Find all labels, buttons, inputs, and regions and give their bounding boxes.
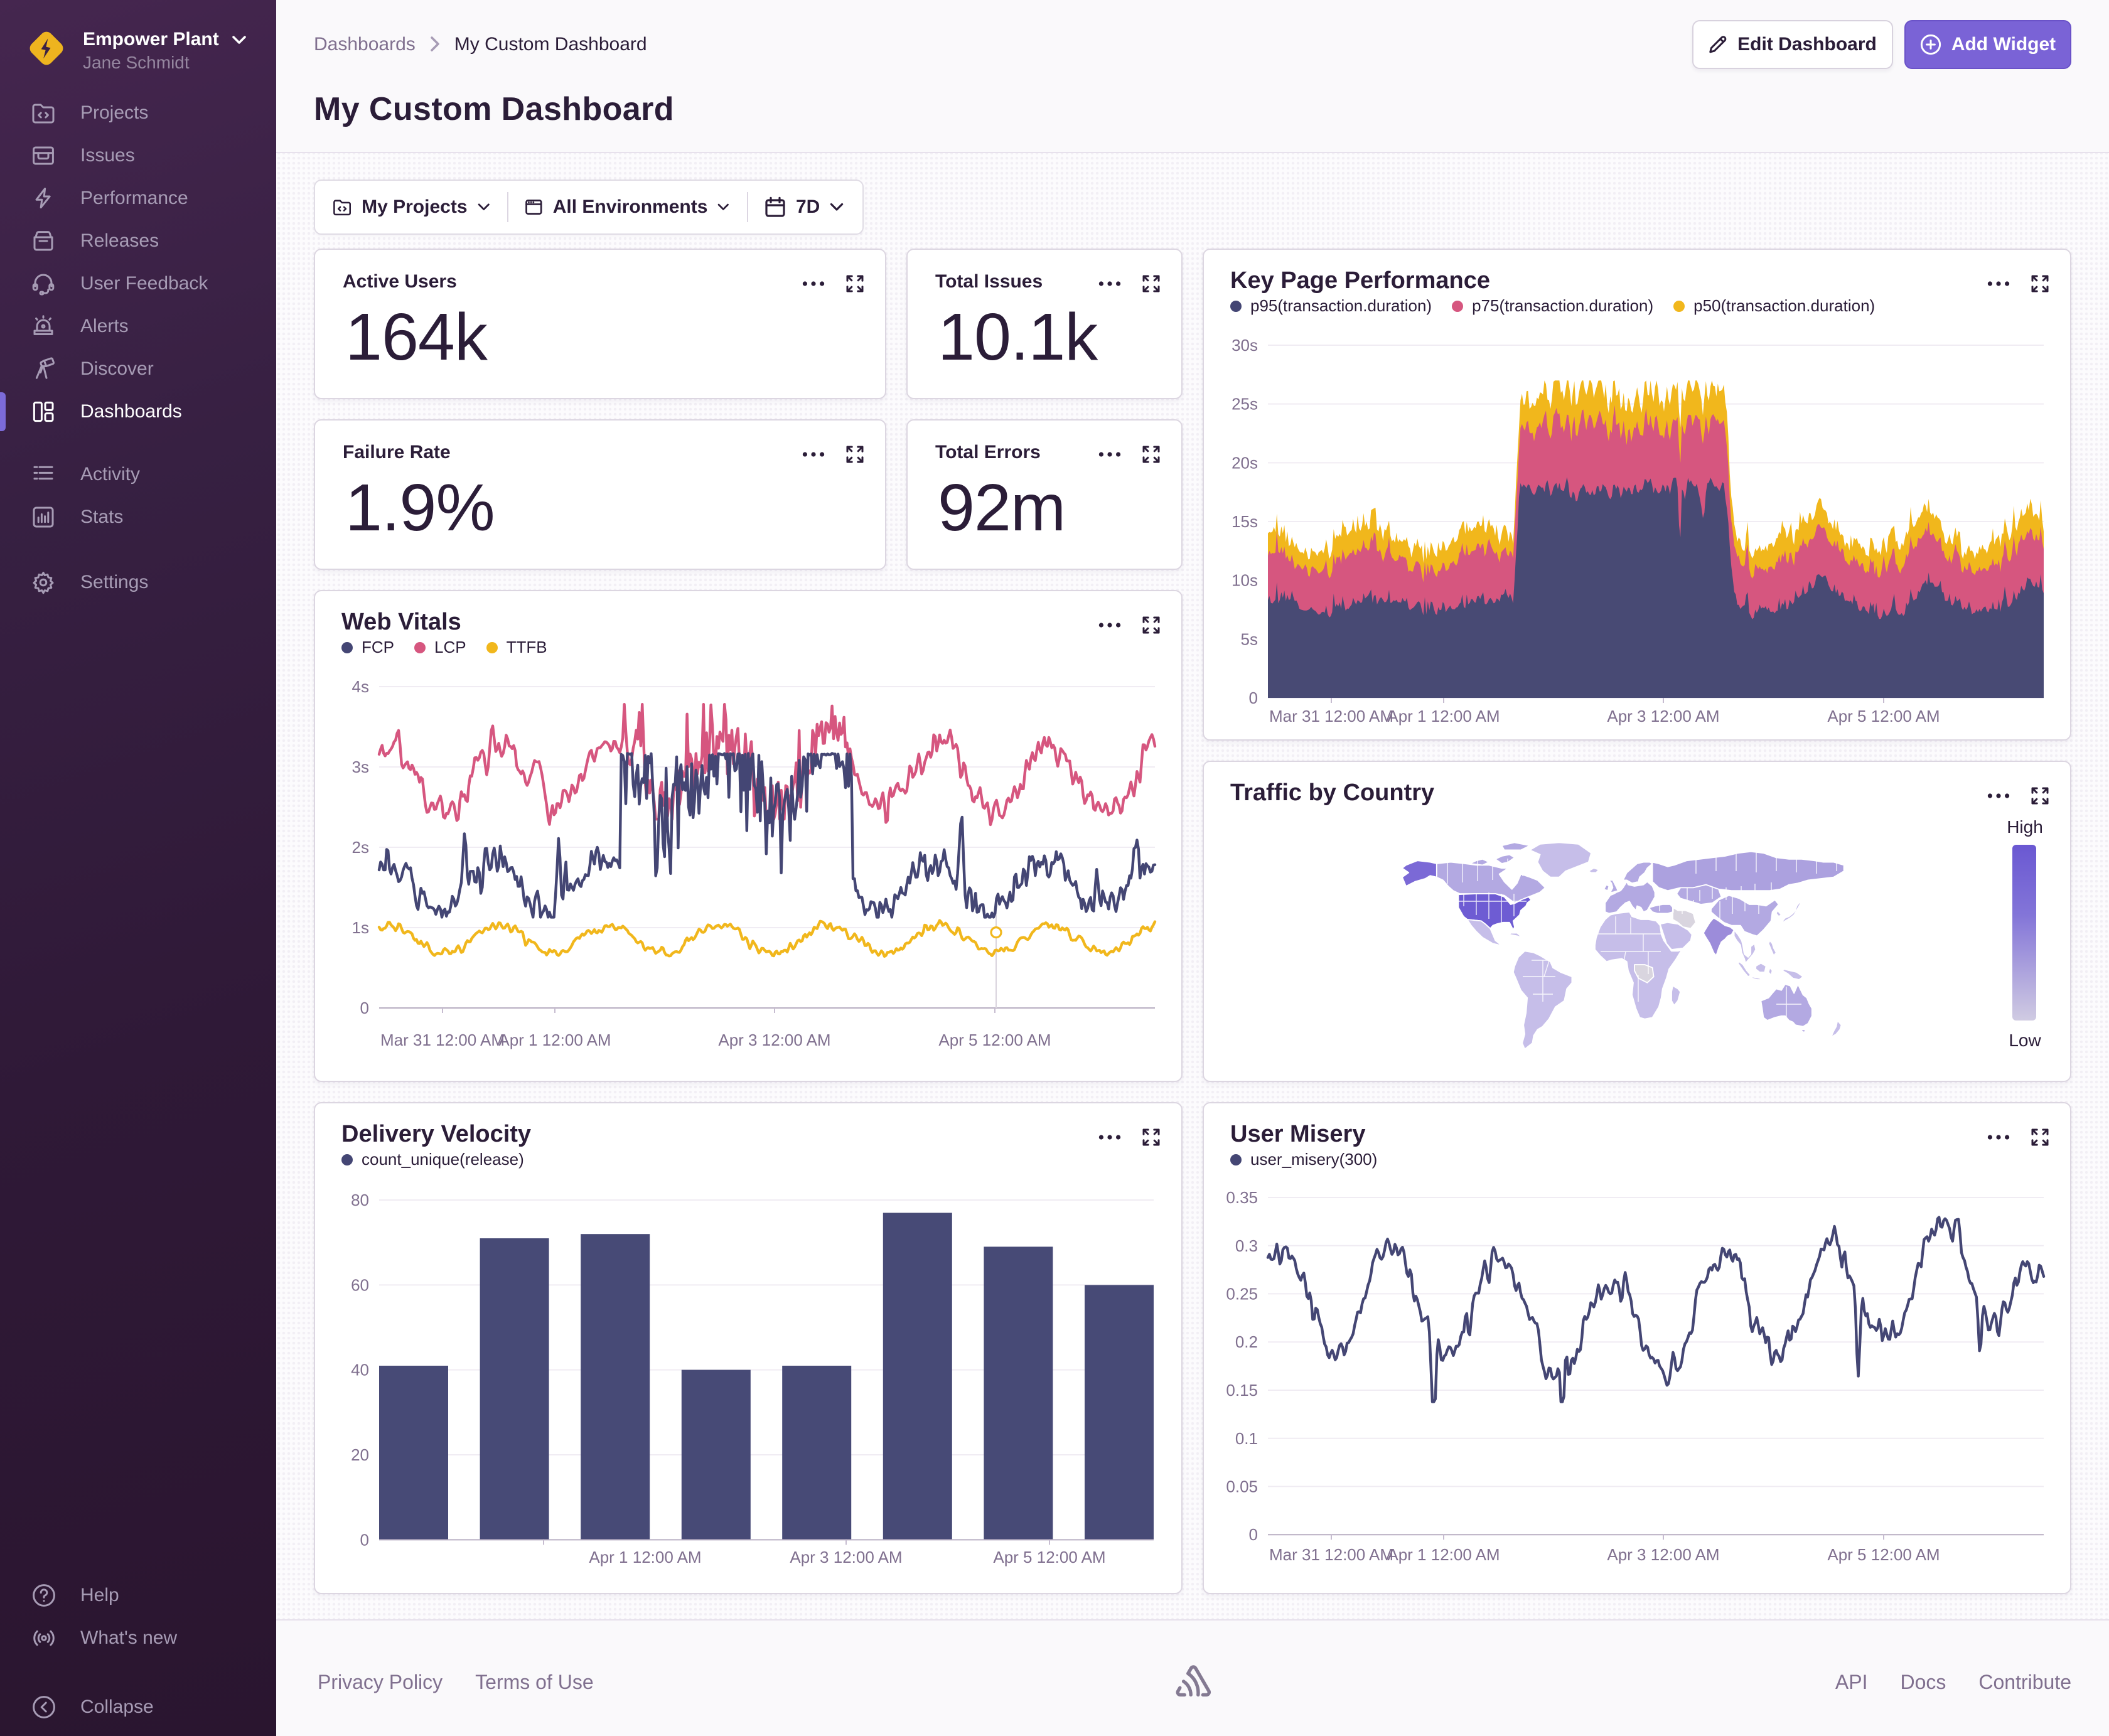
svg-text:0: 0 bbox=[360, 999, 369, 1017]
svg-text:25s: 25s bbox=[1232, 395, 1258, 414]
svg-text:0.05: 0.05 bbox=[1226, 1477, 1258, 1496]
svg-text:0: 0 bbox=[1249, 689, 1258, 707]
svg-text:Apr 1 12:00 AM: Apr 1 12:00 AM bbox=[498, 1031, 611, 1049]
svg-text:Mar 31 12:00 AM: Mar 31 12:00 AM bbox=[1269, 1545, 1393, 1564]
svg-text:20s: 20s bbox=[1232, 453, 1258, 472]
svg-text:Apr 5 12:00 AM: Apr 5 12:00 AM bbox=[993, 1548, 1105, 1567]
svg-text:30s: 30s bbox=[1232, 336, 1258, 355]
svg-text:20: 20 bbox=[351, 1445, 369, 1464]
svg-text:0.3: 0.3 bbox=[1235, 1236, 1258, 1255]
svg-text:0: 0 bbox=[360, 1530, 369, 1549]
svg-text:15s: 15s bbox=[1232, 512, 1258, 531]
svg-text:0.25: 0.25 bbox=[1226, 1284, 1258, 1303]
svg-text:Apr 3 12:00 AM: Apr 3 12:00 AM bbox=[1607, 707, 1719, 726]
svg-text:0.1: 0.1 bbox=[1235, 1429, 1258, 1448]
svg-text:Apr 3 12:00 AM: Apr 3 12:00 AM bbox=[718, 1031, 830, 1049]
svg-text:80: 80 bbox=[351, 1191, 369, 1209]
svg-text:2s: 2s bbox=[352, 838, 369, 857]
svg-text:Apr 1 12:00 AM: Apr 1 12:00 AM bbox=[589, 1548, 701, 1567]
svg-text:Apr 1 12:00 AM: Apr 1 12:00 AM bbox=[1387, 707, 1500, 726]
svg-text:Apr 3 12:00 AM: Apr 3 12:00 AM bbox=[1607, 1545, 1719, 1564]
svg-text:1s: 1s bbox=[352, 918, 369, 937]
svg-text:Apr 1 12:00 AM: Apr 1 12:00 AM bbox=[1387, 1545, 1500, 1564]
svg-text:Apr 5 12:00 AM: Apr 5 12:00 AM bbox=[938, 1031, 1051, 1049]
svg-text:0.2: 0.2 bbox=[1235, 1332, 1258, 1351]
svg-text:5s: 5s bbox=[1241, 630, 1258, 648]
svg-text:0.35: 0.35 bbox=[1226, 1188, 1258, 1207]
svg-text:Apr 5 12:00 AM: Apr 5 12:00 AM bbox=[1827, 1545, 1940, 1564]
svg-text:0.15: 0.15 bbox=[1226, 1381, 1258, 1400]
svg-text:60: 60 bbox=[351, 1275, 369, 1294]
svg-text:Mar 31 12:00 AM: Mar 31 12:00 AM bbox=[1269, 707, 1393, 726]
svg-text:40: 40 bbox=[351, 1361, 369, 1380]
svg-text:10s: 10s bbox=[1232, 571, 1258, 590]
svg-text:0: 0 bbox=[1249, 1525, 1258, 1544]
svg-text:Apr 5 12:00 AM: Apr 5 12:00 AM bbox=[1827, 707, 1940, 726]
svg-text:4s: 4s bbox=[352, 677, 369, 696]
svg-text:3s: 3s bbox=[352, 758, 369, 776]
svg-text:Apr 3 12:00 AM: Apr 3 12:00 AM bbox=[790, 1548, 902, 1567]
svg-text:Mar 31 12:00 AM: Mar 31 12:00 AM bbox=[380, 1031, 505, 1049]
